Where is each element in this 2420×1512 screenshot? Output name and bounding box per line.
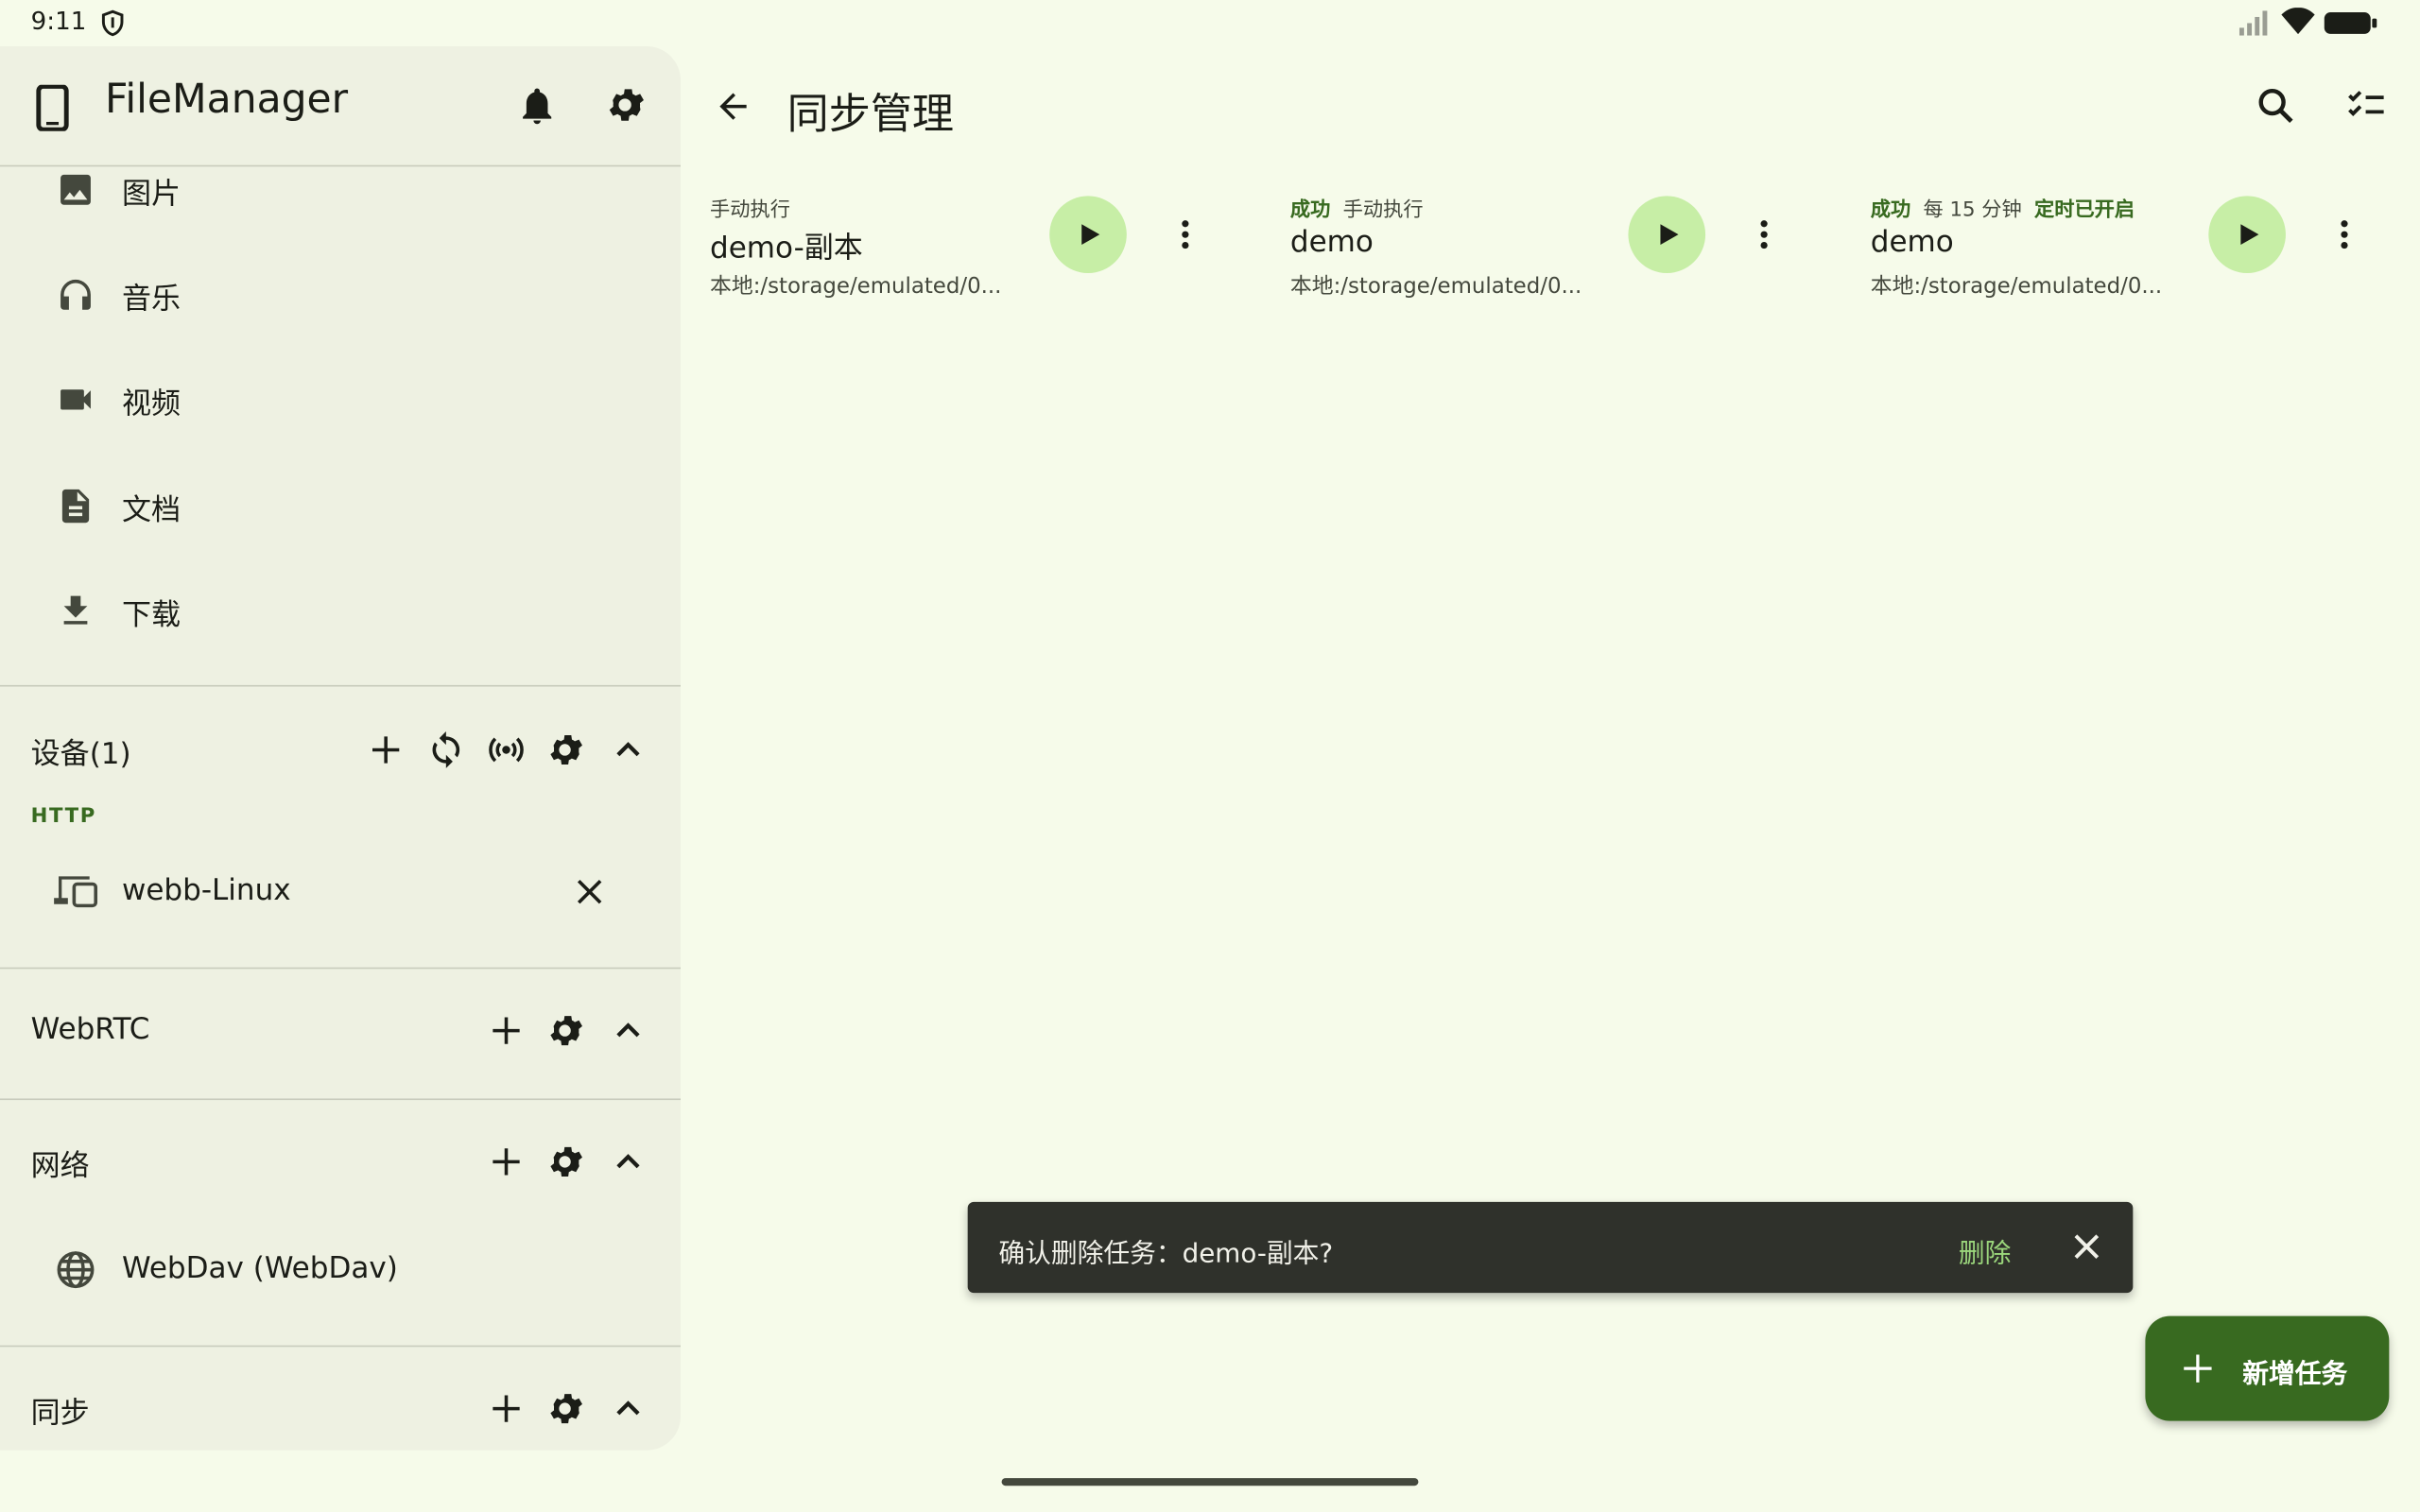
task-meta: 成功 每 15 分钟 定时已开启: [1871, 193, 2135, 222]
globe-icon: [56, 1249, 95, 1289]
task-meta: 成功 手动执行: [1290, 193, 1424, 222]
nav-item-label: 下载: [121, 598, 182, 633]
task-card[interactable]: 成功 手动执行 demo 本地:/storage/emulated/0...: [1275, 178, 1807, 317]
nav-item-label: 文档: [121, 493, 182, 528]
device-label: webb-Linux: [121, 873, 291, 907]
play-icon: [1660, 224, 1679, 246]
network-item-label: WebDav (WebDav): [121, 1251, 398, 1285]
more-vert-icon[interactable]: [2325, 216, 2362, 253]
sync-section-title: 同步: [30, 1396, 90, 1431]
task-card[interactable]: 手动执行 demo-副本 本地:/storage/emulated/0...: [695, 178, 1227, 317]
divider: [0, 1098, 681, 1101]
page-title: 同步管理: [786, 91, 954, 139]
add-sync-icon[interactable]: [486, 1388, 526, 1428]
more-vert-icon[interactable]: [1746, 216, 1783, 253]
task-path: 本地:/storage/emulated/0...: [710, 274, 1002, 300]
wifi-icon: [2281, 8, 2315, 35]
task-mode: 手动执行: [1342, 198, 1424, 223]
chevron-up-icon[interactable]: [608, 730, 648, 769]
add-webrtc-icon[interactable]: [486, 1010, 526, 1050]
status-time: 9:11: [30, 6, 87, 36]
nav-item-images[interactable]: 图片: [0, 166, 681, 259]
play-icon: [2240, 224, 2259, 246]
snackbar: 确认删除任务：demo-副本? 删除: [967, 1201, 2134, 1294]
refresh-icon[interactable]: [426, 730, 466, 769]
plus-icon: [2179, 1350, 2216, 1387]
divider: [0, 684, 681, 687]
network-settings-gear-icon[interactable]: [546, 1142, 586, 1181]
nav-item-documents[interactable]: 文档: [0, 463, 681, 556]
nav-item-label: 图片: [121, 177, 182, 212]
checklist-icon[interactable]: [2346, 85, 2390, 129]
task-mode: 手动执行: [710, 198, 790, 223]
back-arrow-icon[interactable]: [713, 86, 752, 126]
add-network-icon[interactable]: [486, 1142, 526, 1181]
add-task-fab[interactable]: 新增任务: [2145, 1315, 2390, 1421]
play-icon: [1081, 224, 1100, 246]
nav-item-label: 音乐: [121, 282, 182, 317]
chevron-up-icon[interactable]: [608, 1142, 648, 1181]
download-icon: [56, 591, 95, 630]
snackbar-delete-button[interactable]: 删除: [1959, 1231, 2012, 1270]
task-status: 成功: [1289, 198, 1331, 223]
navigation-drawer: FileManager 图片 音乐 视频 文档 下载 设备(1) HTTP we…: [0, 45, 681, 1451]
bell-icon[interactable]: [515, 85, 559, 131]
shield-icon: [98, 9, 126, 37]
broadcast-icon[interactable]: [486, 730, 526, 769]
add-device-icon[interactable]: [366, 730, 406, 769]
app-title: FileManager: [105, 77, 349, 124]
run-task-button[interactable]: [1628, 196, 1706, 273]
snackbar-message: 确认删除任务：demo-副本?: [998, 1239, 1334, 1270]
sync-settings-gear-icon[interactable]: [546, 1388, 586, 1428]
http-group-label: HTTP: [30, 805, 96, 829]
task-name: demo-副本: [710, 231, 863, 266]
device-settings-gear-icon[interactable]: [546, 730, 586, 769]
close-icon[interactable]: [2068, 1228, 2105, 1265]
device-item[interactable]: webb-Linux: [0, 849, 681, 935]
task-meta: 手动执行: [710, 193, 790, 222]
chevron-up-icon[interactable]: [608, 1388, 648, 1428]
nav-item-videos[interactable]: 视频: [0, 356, 681, 449]
settings-gear-icon[interactable]: [605, 83, 648, 127]
devices-icon: [53, 871, 99, 911]
signal-icon: [2238, 9, 2272, 37]
task-schedule-state: 定时已开启: [2034, 198, 2135, 223]
run-task-button[interactable]: [2208, 196, 2286, 273]
nav-item-label: 视频: [121, 387, 182, 421]
drawer-header: FileManager: [0, 46, 681, 167]
battery-icon: [2323, 9, 2378, 37]
run-task-button[interactable]: [1049, 196, 1127, 273]
video-camera-icon: [56, 380, 95, 420]
document-icon: [56, 486, 95, 525]
fab-label: 新增任务: [2242, 1359, 2348, 1391]
task-name: demo: [1870, 225, 1954, 260]
webrtc-section-title: WebRTC: [30, 1012, 150, 1046]
nav-item-downloads[interactable]: 下载: [0, 568, 681, 661]
home-indicator[interactable]: [1001, 1478, 1419, 1486]
webrtc-settings-gear-icon[interactable]: [546, 1010, 586, 1050]
chevron-up-icon[interactable]: [608, 1010, 648, 1050]
network-item[interactable]: WebDav (WebDav): [0, 1227, 681, 1313]
close-icon[interactable]: [571, 873, 608, 910]
headphones-icon: [56, 275, 95, 315]
task-name: demo: [1289, 225, 1374, 260]
task-status: 成功: [1870, 198, 1911, 223]
divider: [0, 967, 681, 970]
more-vert-icon[interactable]: [1167, 216, 1203, 253]
task-mode: 每 15 分钟: [1923, 198, 2022, 223]
search-icon[interactable]: [2255, 85, 2296, 127]
task-card[interactable]: 成功 每 15 分钟 定时已开启 demo 本地:/storage/emulat…: [1855, 178, 2387, 317]
network-section-title: 网络: [30, 1149, 90, 1184]
task-path: 本地:/storage/emulated/0...: [1289, 274, 1582, 300]
phone-icon: [34, 84, 71, 131]
task-path: 本地:/storage/emulated/0...: [1870, 274, 2163, 300]
image-icon: [56, 170, 95, 210]
nav-item-music[interactable]: 音乐: [0, 251, 681, 344]
divider: [0, 1345, 681, 1348]
devices-section-title: 设备(1): [30, 737, 131, 772]
